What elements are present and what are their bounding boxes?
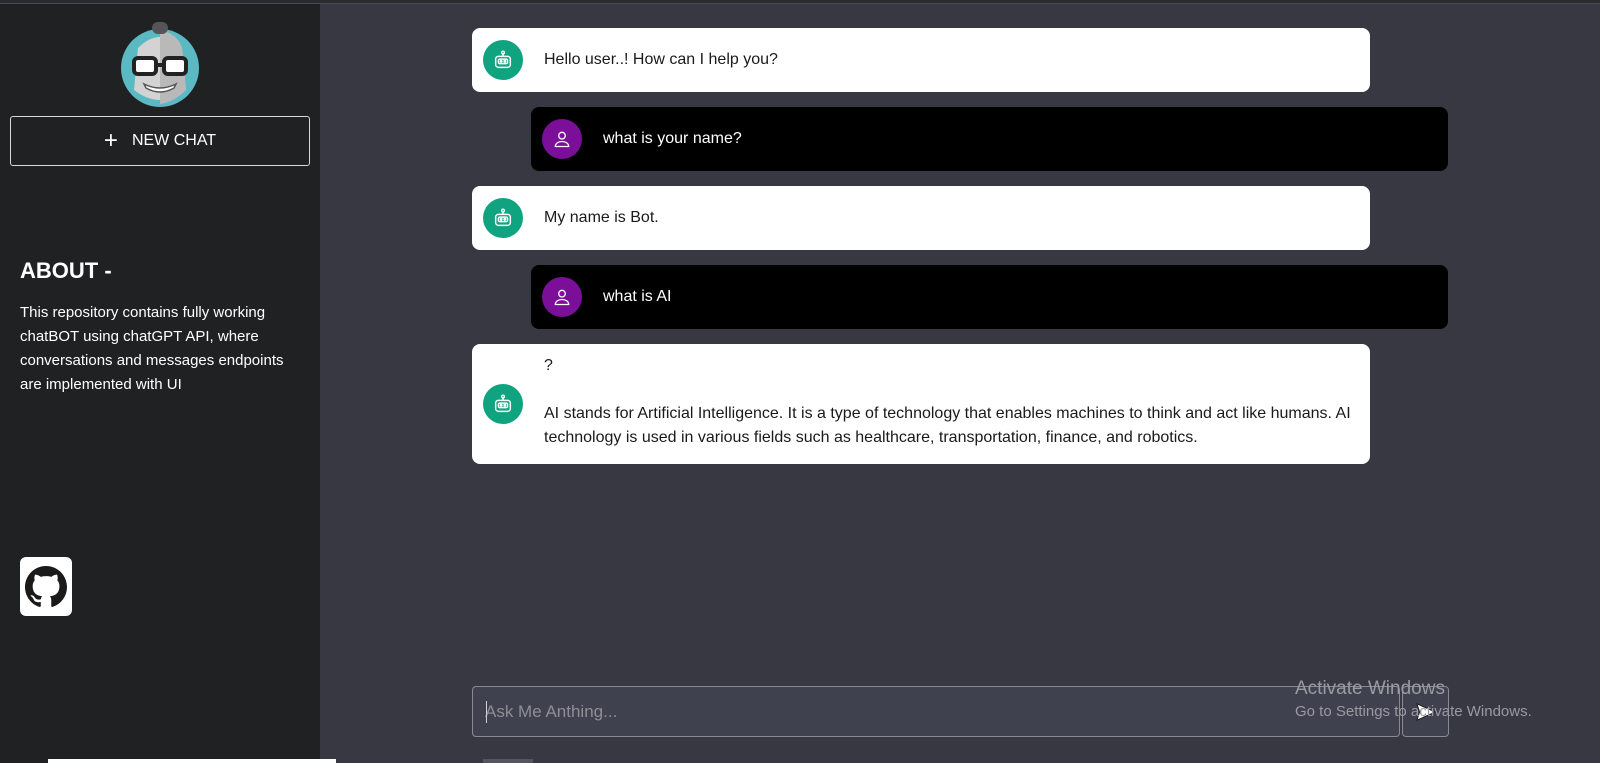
message-text: Hello user..! How can I help you?	[544, 51, 778, 68]
watermark-subtitle: Go to Settings to activate Windows.	[1295, 703, 1532, 720]
activate-windows-watermark: Activate Windows Go to Settings to activ…	[1295, 678, 1532, 720]
sidebar-scroll-edge	[48, 759, 336, 763]
watermark-title: Activate Windows	[1295, 678, 1445, 699]
chat-input-box	[472, 686, 1400, 737]
message-text: what is AI	[603, 288, 672, 305]
user-avatar	[542, 119, 582, 159]
bot-avatar	[483, 384, 523, 424]
bot-avatar	[483, 198, 523, 238]
user-icon	[554, 131, 570, 148]
github-icon	[25, 565, 67, 607]
bot-message: ? AI stands for Artificial Intelligence.…	[472, 344, 1370, 464]
about-description: This repository contains fully working c…	[20, 304, 284, 393]
robot-logo-icon	[120, 18, 200, 110]
text-caret	[486, 701, 487, 723]
message-text: ? AI stands for Artificial Intelligence.…	[544, 354, 1352, 450]
below-input-edge	[483, 759, 533, 763]
message-line: AI stands for Artificial Intelligence. I…	[544, 405, 1351, 446]
user-message: what is your name?	[531, 107, 1448, 171]
user-avatar	[542, 277, 582, 317]
user-message: what is AI	[531, 265, 1448, 329]
robot-icon	[494, 208, 512, 227]
user-icon	[554, 289, 570, 306]
message-text: My name is Bot.	[544, 209, 659, 226]
new-chat-label: NEW CHAT	[131, 132, 217, 149]
bot-message: Hello user..! How can I help you?	[472, 28, 1370, 92]
github-link[interactable]	[20, 557, 72, 616]
robot-icon	[494, 50, 512, 69]
plus-icon: +	[103, 127, 118, 154]
message-text: what is your name?	[603, 130, 742, 147]
bot-avatar	[483, 40, 523, 80]
message-line: ?	[544, 357, 553, 374]
new-chat-button[interactable]: + NEW CHAT	[10, 116, 310, 166]
about-heading: ABOUT -	[20, 258, 112, 283]
bot-message: My name is Bot.	[472, 186, 1370, 250]
robot-icon	[494, 394, 512, 413]
chat-input[interactable]	[473, 687, 1399, 736]
sidebar: + NEW CHAT ABOUT - This repository conta…	[0, 4, 320, 763]
